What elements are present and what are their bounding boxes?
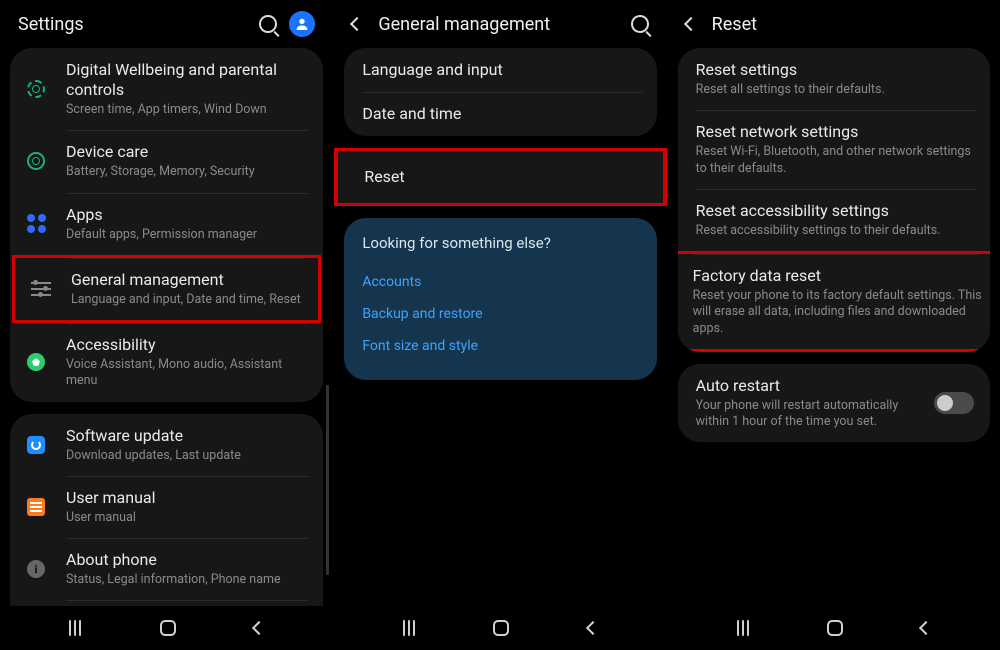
content: Reset settings Reset all settings to the… [668, 48, 1000, 606]
item-about-phone[interactable]: i About phone Status, Legal information,… [10, 538, 323, 600]
nav-home-icon[interactable] [160, 620, 176, 636]
item-digital-wellbeing[interactable]: Digital Wellbeing and parental controls … [10, 48, 323, 130]
link-backup-restore[interactable]: Backup and restore [362, 298, 638, 330]
settings-list: Digital Wellbeing and parental controls … [0, 48, 333, 606]
general-management-panel: General management Language and input Da… [333, 0, 666, 650]
link-font-size-style[interactable]: Font size and style [362, 330, 638, 362]
update-icon [22, 431, 50, 459]
item-software-update[interactable]: Software update Download updates, Last u… [10, 414, 323, 476]
gm-group-1: Language and input Date and time [344, 48, 656, 136]
item-reset-network[interactable]: Reset network settings Reset Wi-Fi, Blue… [678, 110, 990, 189]
devicecare-icon [22, 147, 50, 175]
item-auto-restart[interactable]: Auto restart Your phone will restart aut… [678, 364, 990, 443]
looking-heading: Looking for something else? [362, 234, 638, 252]
reset-group: Reset settings Reset all settings to the… [678, 48, 990, 352]
page-title: Reset [712, 14, 982, 35]
item-reset-accessibility[interactable]: Reset accessibility settings Reset acces… [678, 189, 990, 251]
item-reset-settings[interactable]: Reset settings Reset all settings to the… [678, 48, 990, 110]
nav-bar [668, 606, 1000, 650]
item-apps[interactable]: Apps Default apps, Permission manager [10, 193, 323, 255]
item-device-care[interactable]: Device care Battery, Storage, Memory, Se… [10, 130, 323, 192]
wellbeing-icon [22, 75, 50, 103]
header: Settings [0, 0, 333, 48]
nav-bar [0, 606, 333, 650]
item-date-time[interactable]: Date and time [344, 92, 656, 136]
nav-bar [334, 606, 666, 650]
content: Language and input Date and time Reset L… [334, 48, 666, 606]
page-title: Settings [18, 14, 247, 35]
accessibility-icon [22, 348, 50, 376]
back-icon[interactable] [350, 17, 364, 31]
page-title: General management [378, 14, 618, 35]
header: Reset [668, 0, 1000, 48]
nav-back-icon[interactable] [252, 621, 266, 635]
item-general-management[interactable]: General management Language and input, D… [12, 255, 321, 323]
settings-group-1: Digital Wellbeing and parental controls … [10, 48, 323, 402]
search-icon[interactable] [631, 15, 649, 33]
apps-icon [22, 210, 50, 238]
search-icon[interactable] [259, 15, 277, 33]
item-developer-options[interactable]: { } Developer options Developer options [10, 600, 323, 606]
auto-restart-toggle[interactable] [934, 392, 974, 414]
settings-panel: Settings Digital Wellbeing and parental … [0, 0, 333, 650]
settings-group-2: Software update Download updates, Last u… [10, 414, 323, 607]
link-accounts[interactable]: Accounts [362, 266, 638, 298]
nav-back-icon[interactable] [919, 621, 933, 635]
item-factory-data-reset[interactable]: Factory data reset Reset your phone to i… [678, 251, 990, 352]
item-language-input[interactable]: Language and input [344, 48, 656, 92]
nav-back-icon[interactable] [586, 621, 600, 635]
reset-panel: Reset Reset settings Reset all settings … [667, 0, 1000, 650]
item-accessibility[interactable]: Accessibility Voice Assistant, Mono audi… [10, 323, 323, 402]
back-icon[interactable] [684, 17, 698, 31]
sliders-icon [27, 275, 55, 303]
account-avatar[interactable] [289, 11, 315, 37]
nav-recents-icon[interactable] [403, 620, 415, 636]
auto-restart-group: Auto restart Your phone will restart aut… [678, 364, 990, 443]
header: General management [334, 0, 666, 48]
item-user-manual[interactable]: User manual User manual [10, 476, 323, 538]
info-icon: i [22, 555, 50, 583]
nav-home-icon[interactable] [827, 620, 843, 636]
manual-icon [22, 493, 50, 521]
scrollbar[interactable] [326, 385, 329, 575]
looking-card: Looking for something else? Accounts Bac… [344, 218, 656, 380]
nav-recents-icon[interactable] [69, 620, 81, 636]
item-reset[interactable]: Reset [334, 148, 666, 206]
nav-recents-icon[interactable] [737, 620, 749, 636]
nav-home-icon[interactable] [493, 620, 509, 636]
